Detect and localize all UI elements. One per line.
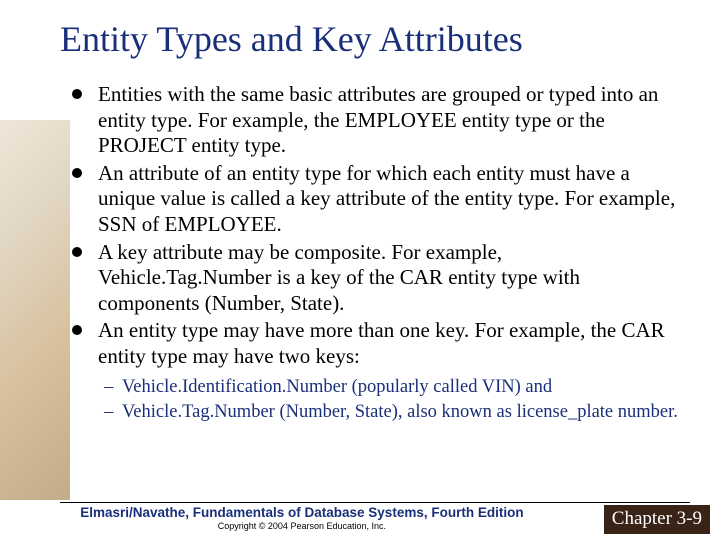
slide-title: Entity Types and Key Attributes bbox=[60, 18, 680, 60]
bullet-item: An entity type may have more than one ke… bbox=[70, 318, 680, 369]
sub-bullet-item: Vehicle.Tag.Number (Number, State), also… bbox=[104, 401, 680, 424]
slide-content: Entity Types and Key Attributes Entities… bbox=[0, 0, 720, 540]
bullet-item: An attribute of an entity type for which… bbox=[70, 161, 680, 238]
bullet-item: Entities with the same basic attributes … bbox=[70, 82, 680, 159]
bullet-item: A key attribute may be composite. For ex… bbox=[70, 240, 680, 317]
main-bullet-list: Entities with the same basic attributes … bbox=[70, 82, 680, 370]
sub-bullet-list: Vehicle.Identification.Number (popularly… bbox=[104, 376, 680, 424]
sub-bullet-item: Vehicle.Identification.Number (popularly… bbox=[104, 376, 680, 399]
